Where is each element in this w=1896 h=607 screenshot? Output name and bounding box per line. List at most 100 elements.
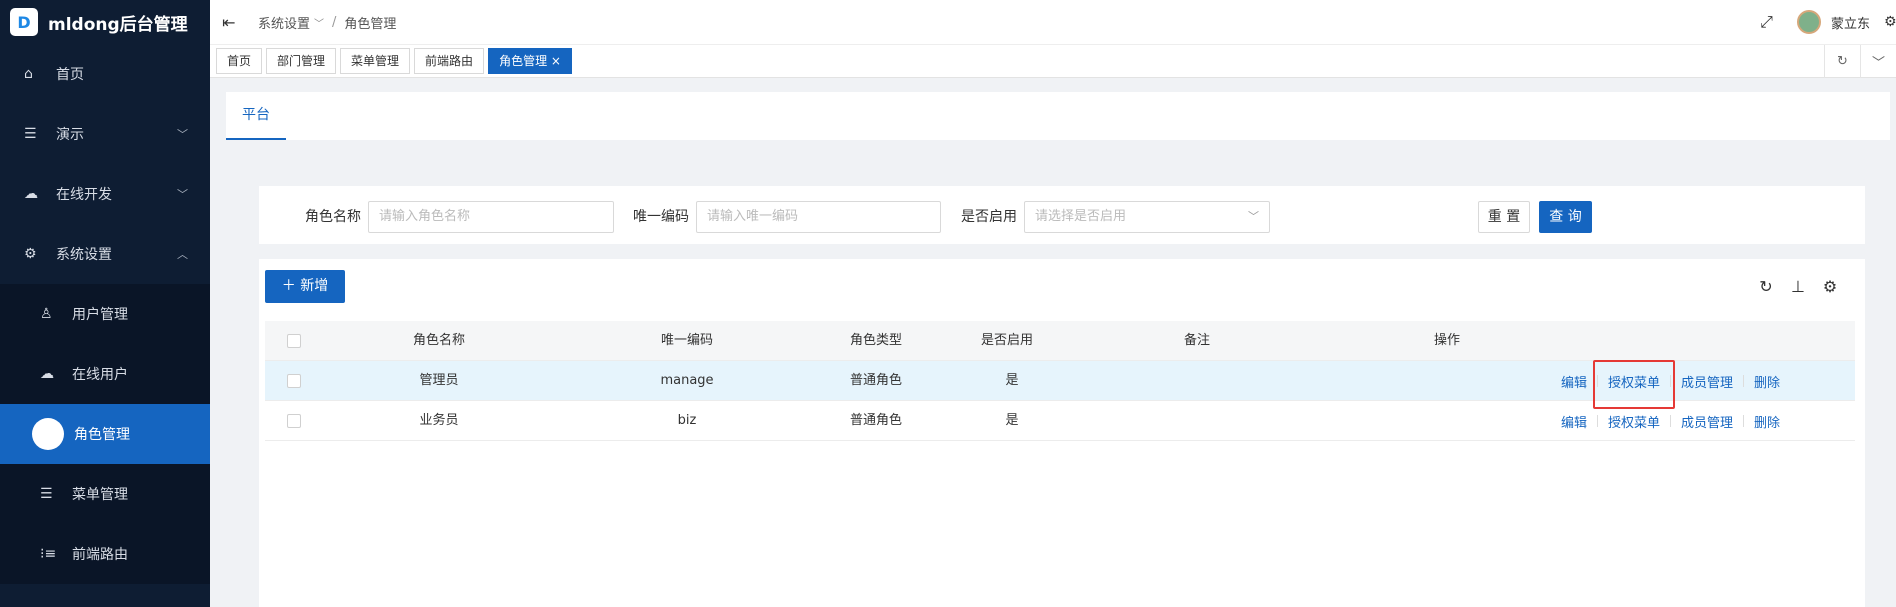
tab-routes[interactable]: 前端路由 <box>414 48 485 74</box>
app-title: mldong后台管理 <box>48 14 188 35</box>
settings-icon[interactable]: ⚙ <box>1821 277 1839 296</box>
role-name-label: 角色名称 <box>305 209 361 225</box>
sidebar-item-label: 角色管理 <box>74 427 130 443</box>
divider <box>1597 415 1599 427</box>
fullscreen-icon[interactable]: ⤢ <box>1760 12 1773 32</box>
sidebar-item-label: 在线用户 <box>72 367 128 383</box>
breadcrumb: 系统设置 ﹀ / 角色管理 <box>258 13 396 32</box>
role-name-cell: 业务员 <box>419 413 459 428</box>
edit-link[interactable]: 编辑 <box>1561 372 1587 391</box>
tab-menus[interactable]: 菜单管理 <box>340 48 411 74</box>
cloud-icon: ☁ <box>24 186 38 202</box>
tab-departments[interactable]: 部门管理 <box>266 48 337 74</box>
tab-platform[interactable]: 平台 <box>226 92 286 140</box>
role-type-cell: 普通角色 <box>849 373 902 388</box>
chevron-down-icon: ﹀ <box>1248 210 1259 223</box>
divider <box>1743 375 1745 387</box>
sidebar-item-label: 首页 <box>56 67 84 83</box>
chevron-down-icon: ﹀ <box>314 18 325 30</box>
sidebar-item-label: 系统设置 <box>56 247 112 263</box>
delete-link[interactable]: 删除 <box>1754 412 1780 431</box>
query-button[interactable]: 查 询 <box>1539 201 1592 233</box>
role-name-input[interactable]: 请输入角色名称 <box>368 201 614 233</box>
header-right: ⤢ 蒙立东 ⚙ <box>1760 0 1896 44</box>
sidebar-item-label: 演示 <box>56 127 84 143</box>
reset-button[interactable]: 重 置 <box>1478 201 1530 233</box>
sidebar-item-label: 用户管理 <box>72 307 128 323</box>
plus-icon: ＋ <box>281 278 296 294</box>
column-header: 备注 <box>1183 333 1210 348</box>
delete-link[interactable]: 删除 <box>1754 372 1780 391</box>
role-enabled-cell: 是 <box>1005 413 1019 428</box>
divider <box>1743 415 1745 427</box>
enabled-label: 是否启用 <box>961 209 1017 225</box>
user-name[interactable]: 蒙立东 <box>1831 13 1870 32</box>
select-all-checkbox[interactable] <box>287 334 301 348</box>
breadcrumb-separator: / <box>332 14 337 30</box>
add-button[interactable]: ＋ 新增 <box>265 270 345 303</box>
role-type-cell: 普通角色 <box>849 413 902 428</box>
header: ⇤ 系统设置 ﹀ / 角色管理 ⤢ 蒙立东 ⚙ <box>210 0 1896 44</box>
role-name-cell: 管理员 <box>419 373 459 388</box>
gear-icon: ⚙ <box>24 246 37 262</box>
sidebar-item-demo[interactable]: ☰ 演示 ﹀ <box>0 104 210 164</box>
column-header: 角色类型 <box>849 333 902 348</box>
tab-roles[interactable]: 角色管理 × <box>488 48 572 74</box>
code-input[interactable]: 请输入唯一编码 <box>696 201 941 233</box>
sidebar-item-routes[interactable]: ⁝≡ 前端路由 <box>0 524 210 584</box>
logo[interactable]: D mldong后台管理 <box>0 0 210 44</box>
home-icon: ⌂ <box>24 66 33 82</box>
column-header: 是否启用 <box>980 333 1033 348</box>
avatar[interactable] <box>1796 10 1821 34</box>
row-checkbox[interactable] <box>287 414 301 428</box>
column-height-icon[interactable]: ⊥ <box>1789 277 1807 296</box>
column-header: 操作 <box>1433 333 1460 348</box>
table-card: ＋ 新增 ↻ ⊥ ⚙ 角色名称 唯一编码 角色类型 是否启用 备注 操作 管理员… <box>259 259 1865 607</box>
row-checkbox[interactable] <box>287 374 301 388</box>
tabs-bar: 首页 部门管理 菜单管理 前端路由 角色管理 × ↻ ﹀ <box>210 44 1896 78</box>
route-icon: ⁝≡ <box>40 546 57 562</box>
breadcrumb-item[interactable]: 系统设置 <box>258 13 310 32</box>
role-remark-cell <box>1135 361 1259 401</box>
chevron-down-icon: ﹀ <box>177 128 188 141</box>
sidebar-item-settings[interactable]: ⚙ 系统设置 ︿ <box>0 224 210 284</box>
settings-submenu: ♙ 用户管理 ☁ 在线用户 角色管理 ☰ 菜单管理 ⁝≡ 前端路由 <box>0 284 210 584</box>
list-icon: ☰ <box>24 126 37 142</box>
refresh-icon[interactable]: ↻ <box>1757 277 1775 296</box>
edit-link[interactable]: 编辑 <box>1561 412 1587 431</box>
tab-label: 角色管理 <box>499 54 548 68</box>
sidebar-item-home[interactable]: ⌂ 首页 <box>0 44 210 104</box>
settings-icon[interactable]: ⚙ <box>1884 14 1896 30</box>
menu-icon: ☰ <box>40 486 53 502</box>
user-icon: ♙ <box>40 306 53 322</box>
chevron-down-icon[interactable]: ﹀ <box>1860 45 1896 78</box>
filter-form: 角色名称 请输入角色名称 唯一编码 请输入唯一编码 是否启用 请选择是否启用 ﹀… <box>259 186 1865 244</box>
sidebar-item-label: 前端路由 <box>72 547 128 563</box>
sidebar-item-online-users[interactable]: ☁ 在线用户 <box>0 344 210 404</box>
authorize-menu-link[interactable]: 授权菜单 <box>1608 412 1660 431</box>
tab-home[interactable]: 首页 <box>216 48 263 74</box>
highlight-box <box>1593 360 1675 409</box>
role-enabled-cell: 是 <box>1005 373 1019 388</box>
column-header: 唯一编码 <box>660 333 713 348</box>
sidebar-item-roles[interactable]: 角色管理 <box>0 404 210 464</box>
table-header: 角色名称 唯一编码 角色类型 是否启用 备注 操作 <box>265 321 1855 361</box>
cloud-user-icon: ☁ <box>40 366 54 382</box>
sidebar-item-users[interactable]: ♙ 用户管理 <box>0 284 210 344</box>
divider <box>1670 415 1672 427</box>
sidebar-item-menus[interactable]: ☰ 菜单管理 <box>0 464 210 524</box>
table-tools: ↻ ⊥ ⚙ <box>1757 277 1839 296</box>
menu-fold-icon[interactable]: ⇤ <box>222 13 242 32</box>
role-code-cell: manage <box>660 373 714 388</box>
member-manage-link[interactable]: 成员管理 <box>1681 412 1733 431</box>
sidebar-item-online-dev[interactable]: ☁ 在线开发 ﹀ <box>0 164 210 224</box>
member-manage-link[interactable]: 成员管理 <box>1681 372 1733 391</box>
enabled-select[interactable]: 请选择是否启用 ﹀ <box>1024 201 1270 233</box>
close-icon[interactable]: × <box>551 54 561 68</box>
sidebar-item-label: 在线开发 <box>56 187 112 203</box>
refresh-icon[interactable]: ↻ <box>1824 45 1860 78</box>
role-code-cell: biz <box>677 413 697 428</box>
inner-tabs: 平台 <box>226 92 1890 140</box>
add-button-label: 新增 <box>300 278 329 294</box>
column-header: 角色名称 <box>412 333 465 348</box>
